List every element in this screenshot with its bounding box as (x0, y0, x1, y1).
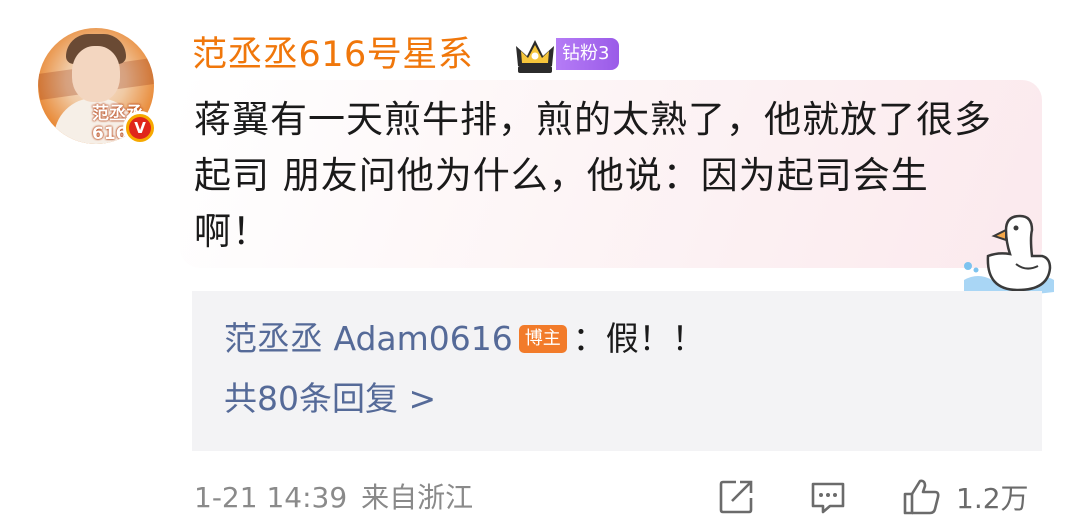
duck-sticker-icon (964, 214, 1054, 295)
comment-meta: 1-21 14:39 来自浙江 (194, 478, 473, 518)
comment-text: 蒋翼有一天煎牛排，煎的太熟了，他就放了很多起司 朋友问他为什么，他说：因为起司会… (194, 98, 992, 253)
verified-icon: V (129, 117, 151, 139)
crown-icon (516, 40, 554, 73)
verified-badge: V (123, 111, 157, 145)
like-count: 1.2万 (956, 482, 1029, 515)
like-button[interactable]: 1.2万 (900, 474, 1029, 520)
blogger-badge: 博主 (518, 325, 567, 353)
comment-icon (811, 482, 845, 514)
username[interactable]: 范丞丞616号星系 (192, 32, 473, 78)
like-icon (903, 479, 940, 515)
avatar-face (72, 46, 120, 102)
location: 来自浙江 (361, 481, 474, 514)
comment-card: 范丞丞 616号星 V 范丞丞616号星系 钻粉3 蒋翼有一天煎牛排，煎的太熟了… (0, 0, 1080, 525)
comment-button[interactable] (808, 474, 848, 520)
reply-line: 范丞丞 Adam0616 博主 ：假！！ (224, 317, 705, 361)
timestamp: 1-21 14:39 (194, 481, 348, 514)
comment-bubble: 蒋翼有一天煎牛排，煎的太熟了，他就放了很多起司 朋友问他为什么，他说：因为起司会… (180, 80, 1042, 268)
reply-panel: 范丞丞 Adam0616 博主 ：假！！ 共80条回复 > (192, 291, 1042, 451)
reply-author[interactable]: 范丞丞 Adam0616 (224, 319, 513, 358)
reply-text: ：假！！ (572, 319, 705, 358)
share-icon (719, 480, 753, 514)
share-button[interactable] (716, 474, 756, 520)
fan-level-badge: 钻粉3 (556, 38, 620, 70)
view-more-replies-link[interactable]: 共80条回复 > (224, 377, 436, 421)
